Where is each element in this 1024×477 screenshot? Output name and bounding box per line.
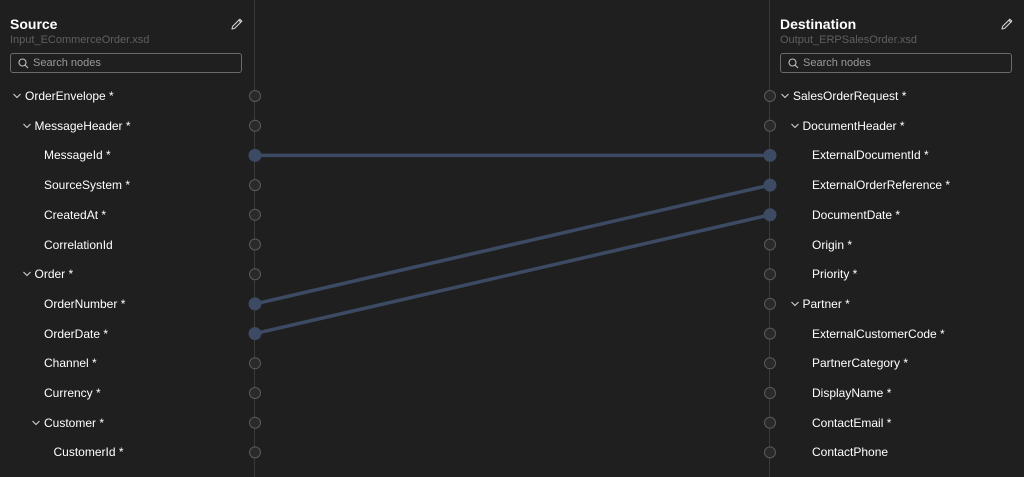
pencil-icon[interactable] <box>999 16 1015 32</box>
source-port[interactable] <box>249 387 261 399</box>
tree-node-label: PartnerCategory * <box>812 356 909 371</box>
tree-node-label: ExternalDocumentId * <box>812 148 929 163</box>
tree-node-label: Priority * <box>812 267 858 282</box>
tree-node-label: ExternalCustomerCode * <box>812 326 945 341</box>
tree-node-label: DocumentDate * <box>812 207 901 222</box>
source-port[interactable] <box>248 148 262 162</box>
source-port[interactable] <box>248 327 262 341</box>
chevron-down-icon[interactable] <box>780 91 790 101</box>
chevron-down-icon[interactable] <box>790 121 800 131</box>
destination-title: Destination <box>780 16 857 32</box>
source-port[interactable] <box>249 416 261 429</box>
destination-panel: Destination Output_ERPSalesOrder.xsd Sal… <box>770 0 1024 477</box>
tree-node[interactable]: Partner * <box>790 295 850 313</box>
mapping-link[interactable] <box>254 213 771 336</box>
tree-node[interactable]: ContactPhone <box>812 443 888 461</box>
tree-node[interactable]: Priority * <box>812 265 857 283</box>
tree-node-label: SalesOrderRequest * <box>793 89 907 103</box>
tree-node-label: DisplayName * <box>812 386 892 400</box>
destination-schema-file: Output_ERPSalesOrder.xsd <box>780 34 917 46</box>
tree-node[interactable]: Origin * <box>812 236 852 254</box>
tree-node[interactable]: PartnerCategory * <box>812 354 908 372</box>
source-port[interactable] <box>249 238 261 251</box>
mapping-link[interactable] <box>254 183 771 306</box>
tree-node[interactable]: ExternalCustomerCode * <box>812 325 945 343</box>
destination-search-input[interactable] <box>803 55 1003 71</box>
tree-node[interactable]: ExternalOrderReference * <box>812 176 950 194</box>
source-port[interactable] <box>249 119 261 132</box>
chevron-down-icon[interactable] <box>790 299 800 309</box>
source-port[interactable] <box>249 208 261 221</box>
tree-node-label: ExternalOrderReference * <box>812 178 951 193</box>
tree-node[interactable]: DisplayName * <box>812 384 891 402</box>
destination-search-box <box>780 53 1012 73</box>
source-port[interactable] <box>248 297 262 311</box>
source-port[interactable] <box>249 90 261 102</box>
tree-node[interactable]: ContactEmail * <box>812 414 891 432</box>
tree-node-label: Origin * <box>812 237 853 252</box>
tree-node[interactable]: ExternalDocumentId * <box>812 146 929 164</box>
tree-node[interactable]: DocumentHeader * <box>790 117 905 135</box>
tree-node[interactable]: DocumentDate * <box>812 206 900 224</box>
tree-node[interactable]: SalesOrderRequest * <box>780 87 906 105</box>
tree-node-label: DocumentHeader * <box>802 118 905 133</box>
source-port[interactable] <box>249 357 261 370</box>
source-port[interactable] <box>249 179 261 192</box>
tree-node-label: Partner * <box>802 296 850 311</box>
mapper-canvas: Source Input_ECommerceOrder.xsd OrderEnv… <box>0 0 1024 477</box>
tree-node-label: ContactEmail * <box>812 415 892 430</box>
source-port[interactable] <box>249 268 261 281</box>
source-port[interactable] <box>249 446 261 459</box>
tree-node-label: ContactPhone <box>812 445 889 460</box>
search-icon <box>788 58 799 69</box>
